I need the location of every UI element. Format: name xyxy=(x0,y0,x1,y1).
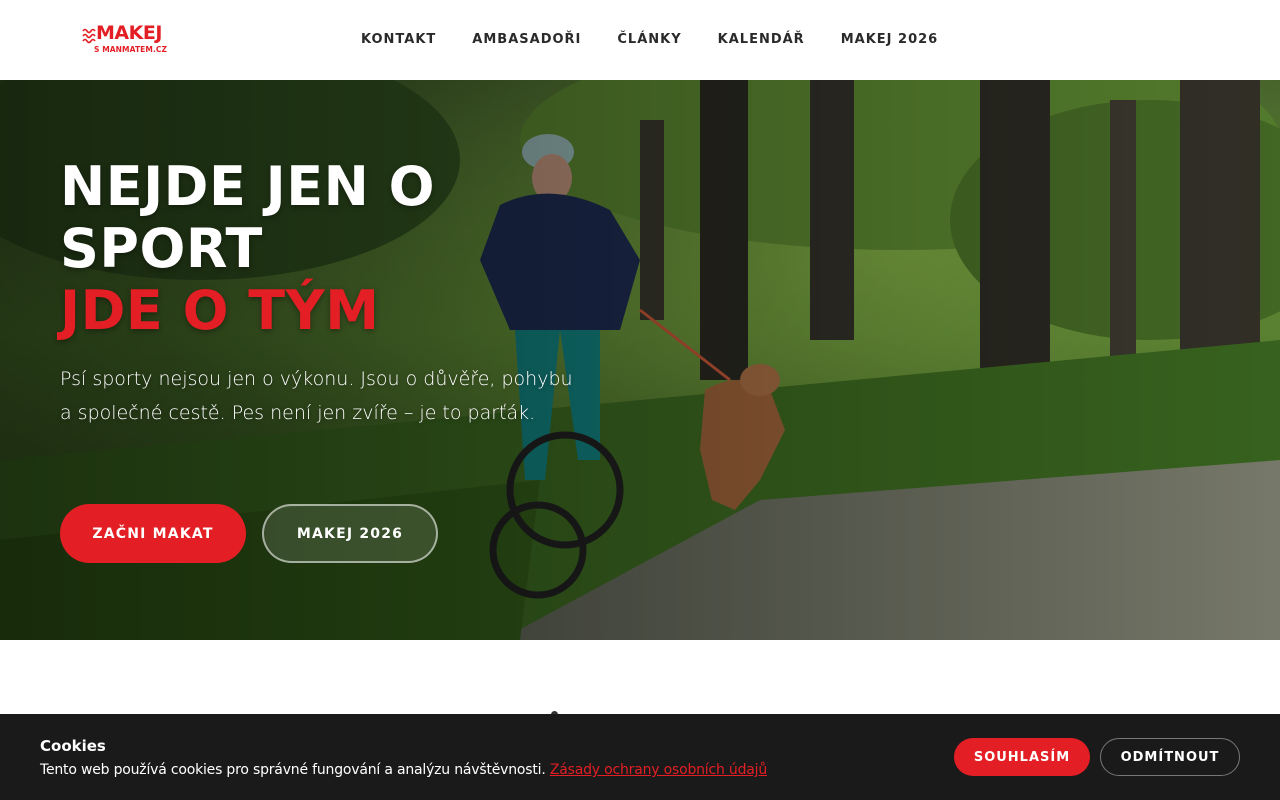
site-header: MAKEJ S MANMATEM.CZ KONTAKT AMBASADOŘI Č… xyxy=(0,0,1280,80)
cookie-title: Cookies xyxy=(40,737,106,755)
start-button[interactable]: ZAČNI MAKAT xyxy=(60,504,246,563)
headline-line-3: JDE O TÝM xyxy=(60,279,380,342)
logo-brand: MAKEJ xyxy=(96,22,162,44)
nav-item-kontakt[interactable]: KONTAKT xyxy=(343,29,454,51)
privacy-policy-link[interactable]: Zásady ochrany osobních údajů xyxy=(550,762,767,778)
hero-headline: NEJDE JEN O SPORT JDE O TÝM xyxy=(60,156,620,342)
nav-item-makej-2026[interactable]: MAKEJ 2026 xyxy=(823,29,957,51)
nav-item-clanky[interactable]: ČLÁNKY xyxy=(599,29,699,51)
cookie-banner: Cookies Tento web používá cookies pro sp… xyxy=(0,714,1280,800)
headline-line-2: SPORT xyxy=(60,217,263,280)
cookie-message: Tento web používá cookies pro správné fu… xyxy=(40,762,546,778)
hero-section: NEJDE JEN O SPORT JDE O TÝM Psí sporty n… xyxy=(0,80,1280,640)
nav-item-ambasadori[interactable]: AMBASADOŘI xyxy=(454,29,599,51)
headline-line-1: NEJDE JEN O xyxy=(60,155,436,218)
hero-lead-text: Psí sporty nejsou jen o výkonu. Jsou o d… xyxy=(60,368,573,424)
cookie-accept-button[interactable]: SOUHLASÍM xyxy=(954,738,1090,776)
logo-subtitle: S MANMATEM.CZ xyxy=(94,45,168,54)
cookie-text: Tento web používá cookies pro správné fu… xyxy=(40,760,767,780)
nav-item-kalendar[interactable]: KALENDÁŘ xyxy=(700,29,823,51)
makej-2026-button[interactable]: MAKEJ 2026 xyxy=(262,504,438,563)
wave-lines-icon xyxy=(82,28,96,44)
cookie-decline-button[interactable]: ODMÍTNOUT xyxy=(1100,738,1240,776)
main-nav: KONTAKT AMBASADOŘI ČLÁNKY KALENDÁŘ MAKEJ… xyxy=(343,29,956,51)
site-logo[interactable]: MAKEJ S MANMATEM.CZ xyxy=(80,22,176,56)
